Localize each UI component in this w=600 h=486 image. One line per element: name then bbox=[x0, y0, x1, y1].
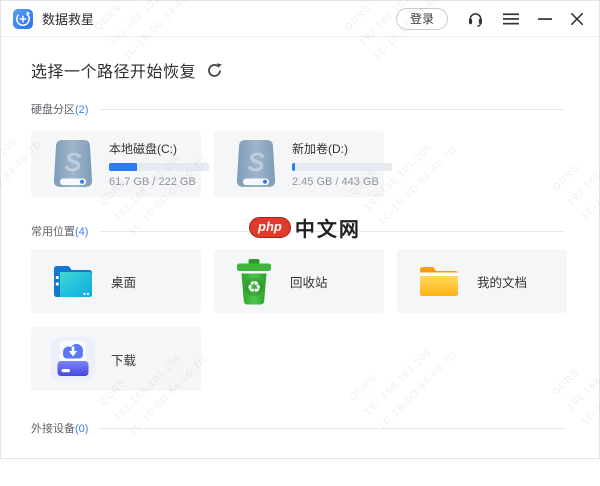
svg-text:♻: ♻ bbox=[247, 277, 261, 296]
hard-drive-icon: S bbox=[234, 137, 278, 191]
page-title: 选择一个路径开始恢复 bbox=[31, 58, 196, 82]
hard-drive-icon: S bbox=[51, 137, 95, 191]
locations-grid: 桌面 ♻ 回收站 bbox=[31, 249, 565, 391]
drive-usage-bar bbox=[109, 163, 209, 171]
section-header-partitions: 硬盘分区(2) bbox=[31, 101, 565, 117]
login-button[interactable]: 登录 bbox=[396, 8, 448, 30]
support-headset-icon[interactable] bbox=[467, 10, 484, 27]
app-logo-icon bbox=[13, 9, 33, 29]
section-divider bbox=[100, 109, 565, 110]
drive-usage-bar bbox=[292, 163, 392, 171]
location-label: 回收站 bbox=[290, 272, 328, 291]
location-card-recycle-bin[interactable]: ♻ 回收站 bbox=[214, 249, 384, 313]
section-count: (2) bbox=[75, 104, 88, 116]
drive-size-text: 61.7 GB / 222 GB bbox=[109, 176, 209, 188]
section-header-external: 外接设备(0) bbox=[31, 420, 565, 436]
minimize-button[interactable] bbox=[538, 13, 552, 25]
drive-usage-fill bbox=[109, 163, 137, 171]
recycle-bin-icon: ♻ bbox=[234, 258, 274, 305]
drive-name: 新加卷(D:) bbox=[292, 140, 392, 157]
documents-folder-icon bbox=[417, 262, 461, 300]
desktop-folder-icon bbox=[51, 261, 95, 301]
menu-hamburger-icon[interactable] bbox=[503, 13, 519, 25]
bottom-spacer bbox=[31, 436, 565, 486]
drives-grid: S 本地磁盘(C:) 61.7 GB / 222 GB S bbox=[31, 131, 565, 197]
location-card-desktop[interactable]: 桌面 bbox=[31, 249, 201, 313]
refresh-icon[interactable] bbox=[207, 63, 222, 78]
section-count: (4) bbox=[75, 226, 88, 238]
drive-card-d[interactable]: S 新加卷(D:) 2.45 GB / 443 GB bbox=[214, 131, 384, 197]
location-card-documents[interactable]: 我的文档 bbox=[397, 249, 567, 313]
location-label: 桌面 bbox=[111, 272, 136, 291]
section-label: 常用位置(4) bbox=[31, 223, 88, 239]
drive-card-c[interactable]: S 本地磁盘(C:) 61.7 GB / 222 GB bbox=[31, 131, 201, 197]
section-header-locations: 常用位置(4) bbox=[31, 223, 565, 239]
location-label: 下载 bbox=[111, 350, 136, 369]
location-card-downloads[interactable]: 下载 bbox=[31, 327, 201, 391]
section-count: (0) bbox=[75, 423, 88, 435]
location-label: 我的文档 bbox=[477, 272, 527, 291]
section-label: 外接设备(0) bbox=[31, 420, 88, 436]
section-label: 硬盘分区(2) bbox=[31, 101, 88, 117]
svg-text:S: S bbox=[64, 147, 82, 177]
drive-name: 本地磁盘(C:) bbox=[109, 140, 209, 157]
svg-text:S: S bbox=[247, 147, 265, 177]
section-divider bbox=[100, 428, 565, 429]
section-divider bbox=[100, 231, 565, 232]
drive-usage-fill bbox=[292, 163, 295, 171]
downloads-icon bbox=[51, 337, 95, 381]
close-button[interactable] bbox=[571, 13, 583, 25]
drive-size-text: 2.45 GB / 443 GB bbox=[292, 176, 392, 188]
app-title: 数据救星 bbox=[42, 9, 94, 28]
titlebar: 数据救星 登录 bbox=[1, 1, 599, 37]
main-content: 选择一个路径开始恢复 硬盘分区(2) bbox=[1, 58, 599, 486]
